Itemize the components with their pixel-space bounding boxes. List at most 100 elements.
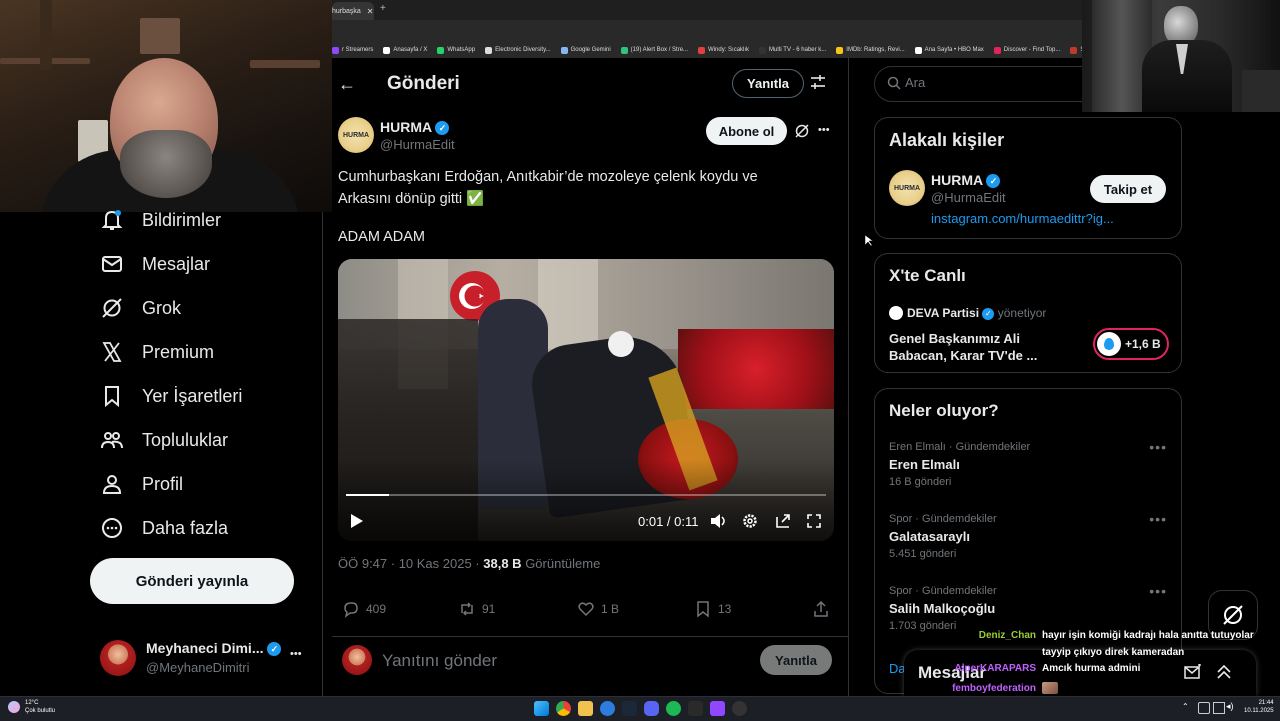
chat-message: AlperKARAPARS Amcık hurma admini [946, 663, 1141, 674]
sidebar-item-daha-fazla[interactable]: Daha fazla [100, 516, 228, 540]
expand-drawer-icon[interactable] [1216, 664, 1232, 685]
author-handle[interactable]: @HurmaEdit [380, 137, 455, 152]
sidebar-item-profil[interactable]: Profil [100, 472, 183, 496]
address-bar[interactable] [332, 20, 1082, 42]
clock-time: 21:44 [1258, 700, 1274, 706]
trend-meta: Spor · Gündemdekiler [889, 513, 997, 525]
clock-date: 10.11.2025 [1244, 708, 1274, 714]
bookmark-item[interactable]: (19) Alert Box / Stre... [620, 46, 688, 54]
subscribe-button[interactable]: Abone ol [706, 117, 787, 145]
steam-icon[interactable] [622, 701, 637, 716]
tray-icon[interactable] [1198, 702, 1210, 714]
bookmark-favicon-icon [993, 46, 1001, 54]
trend-item[interactable]: Spor · Gündemdekiler Galatasaraylı 5.451 g… [889, 511, 1167, 560]
sidebar-item-mesajlar[interactable]: Mesajlar [100, 252, 210, 276]
new-tab-button[interactable]: + [380, 3, 386, 14]
browser-tab[interactable]: hurbaşka ✕ [332, 2, 374, 20]
windows-start-icon[interactable] [534, 701, 549, 716]
obs-icon[interactable] [732, 701, 747, 716]
sidebar-item-bildirimler[interactable]: Bildirimler [100, 208, 221, 232]
account-more-icon[interactable]: ••• [290, 648, 302, 660]
fullscreen-icon[interactable] [806, 513, 822, 534]
sidebar-item-grok[interactable]: Grok [100, 296, 181, 320]
live-listeners-badge[interactable]: +1,6 B [1093, 328, 1169, 360]
reply-button[interactable]: Yanıtla [732, 69, 804, 98]
file-explorer-icon[interactable] [578, 701, 593, 716]
repost-action[interactable]: 91 [458, 600, 495, 618]
network-icon[interactable] [1213, 702, 1225, 714]
bookmark-action[interactable]: 13 [694, 600, 731, 618]
sidebar-item-topluluklar[interactable]: Topluluklar [100, 428, 228, 452]
share-action[interactable] [812, 600, 830, 618]
settings-gear-icon[interactable] [742, 513, 758, 534]
reply-input[interactable]: Yanıtını gönder [382, 651, 497, 671]
bookmark-favicon-icon [437, 46, 445, 54]
bookmark-item[interactable]: WhatsApp [437, 46, 476, 54]
live-text-line: Babacan, Karar TV'de ... [889, 348, 1038, 363]
trend-more-icon[interactable]: ••• [1149, 439, 1167, 455]
tray-chevron-icon[interactable]: ⌃ [1182, 702, 1189, 711]
bookmark-item[interactable]: Discover - Find Top... [993, 46, 1060, 54]
app-icon[interactable] [600, 701, 615, 716]
like-count: 1 B [601, 602, 620, 616]
grok-icon[interactable] [794, 123, 810, 144]
related-handle: @HurmaEdit [931, 190, 1006, 205]
grok-icon [102, 298, 122, 318]
trend-item[interactable]: Eren Elmalı · Gündemdekiler Eren Elmalı 16… [889, 439, 1167, 488]
tab-close-icon[interactable]: ✕ [367, 7, 374, 16]
post-button[interactable]: Gönderi yayınla [90, 558, 294, 604]
new-message-icon[interactable] [1184, 663, 1202, 685]
browser-tab-title: hurbaşka [332, 7, 361, 15]
bookmark-favicon-icon [759, 46, 767, 54]
bookmark-item[interactable]: Anasayfa / X [383, 46, 427, 54]
trend-item[interactable]: Spor · Gündemdekiler Salih Malkoçoğlu 1.70… [889, 583, 1167, 632]
search-input[interactable]: Ara [874, 66, 1106, 102]
bookmark-item[interactable]: Windy: Sıcaklık [698, 46, 749, 54]
pip-icon[interactable] [775, 513, 791, 534]
bookmark-item[interactable]: Electronic Diversity... [485, 46, 551, 54]
sliders-icon[interactable] [810, 74, 826, 95]
video-progress-track[interactable] [346, 494, 826, 496]
weather-widget[interactable]: 12°C Çok bulutlu [25, 699, 55, 715]
bookmark-item[interactable]: Ana Sayfa • HBO Max [914, 46, 984, 54]
weather-icon [8, 701, 20, 713]
bookmark-item[interactable]: Multi TV - 6 haber k... [759, 46, 826, 54]
chrome-icon[interactable] [556, 701, 571, 716]
trend-more-icon[interactable]: ••• [1149, 583, 1167, 599]
post-more-icon[interactable]: ••• [818, 124, 830, 136]
account-switcher[interactable]: Meyhaneci Dimi... ✓ @MeyhaneDimitri ••• [100, 636, 310, 680]
spotify-icon[interactable] [666, 701, 681, 716]
trend-more-icon[interactable]: ••• [1149, 511, 1167, 527]
verified-icon: ✓ [435, 121, 450, 136]
author-avatar[interactable]: HURMA [338, 117, 374, 153]
sidebar-item-label: Mesajlar [142, 253, 211, 274]
bookmark-label: Electronic Diversity... [495, 47, 551, 53]
bookmark-item[interactable]: Google Gemini [560, 46, 611, 54]
bookmark-item[interactable]: SEÇİM S [1070, 46, 1082, 54]
author-name[interactable]: HURMA [380, 119, 432, 135]
epic-games-icon[interactable] [688, 701, 703, 716]
live-host[interactable]: DEVA Partisi [907, 306, 979, 320]
clock[interactable]: 21:44 10.11.2025 [1244, 699, 1274, 715]
volume-tray-icon[interactable]: ◂) [1226, 701, 1234, 712]
sidebar-item-yer-i-aretleri[interactable]: Yer İşaretleri [100, 384, 242, 408]
reply-action[interactable]: 409 [342, 600, 386, 618]
bookmark-item[interactable]: r Streamers [332, 46, 373, 54]
sidebar-item-premium[interactable]: Premium [100, 340, 214, 364]
back-arrow-icon[interactable]: ← [338, 74, 356, 95]
video-player[interactable]: 0:01 / 0:11 [338, 259, 834, 541]
related-link[interactable]: instagram.com/hurmaedittr?ig... [931, 211, 1114, 226]
bookmark-item[interactable]: IMDb: Ratings, Revi... [836, 46, 905, 54]
reply-submit-button[interactable]: Yanıtla [760, 645, 832, 675]
live-text[interactable]: Genel Başkanımız Ali Babacan, Karar TV'd… [889, 330, 1079, 364]
like-action[interactable]: 1 B [577, 600, 619, 618]
bookmark-label: WhatsApp [447, 47, 476, 53]
twitch-icon[interactable] [710, 701, 725, 716]
follow-button[interactable]: Takip et [1090, 175, 1166, 203]
play-icon[interactable] [350, 513, 364, 534]
discord-icon[interactable] [644, 701, 659, 716]
sidebar-item-label: Daha fazla [142, 517, 229, 538]
avatar[interactable]: HURMA [889, 170, 925, 206]
volume-icon[interactable] [710, 513, 728, 534]
related-name[interactable]: HURMA [931, 172, 983, 188]
